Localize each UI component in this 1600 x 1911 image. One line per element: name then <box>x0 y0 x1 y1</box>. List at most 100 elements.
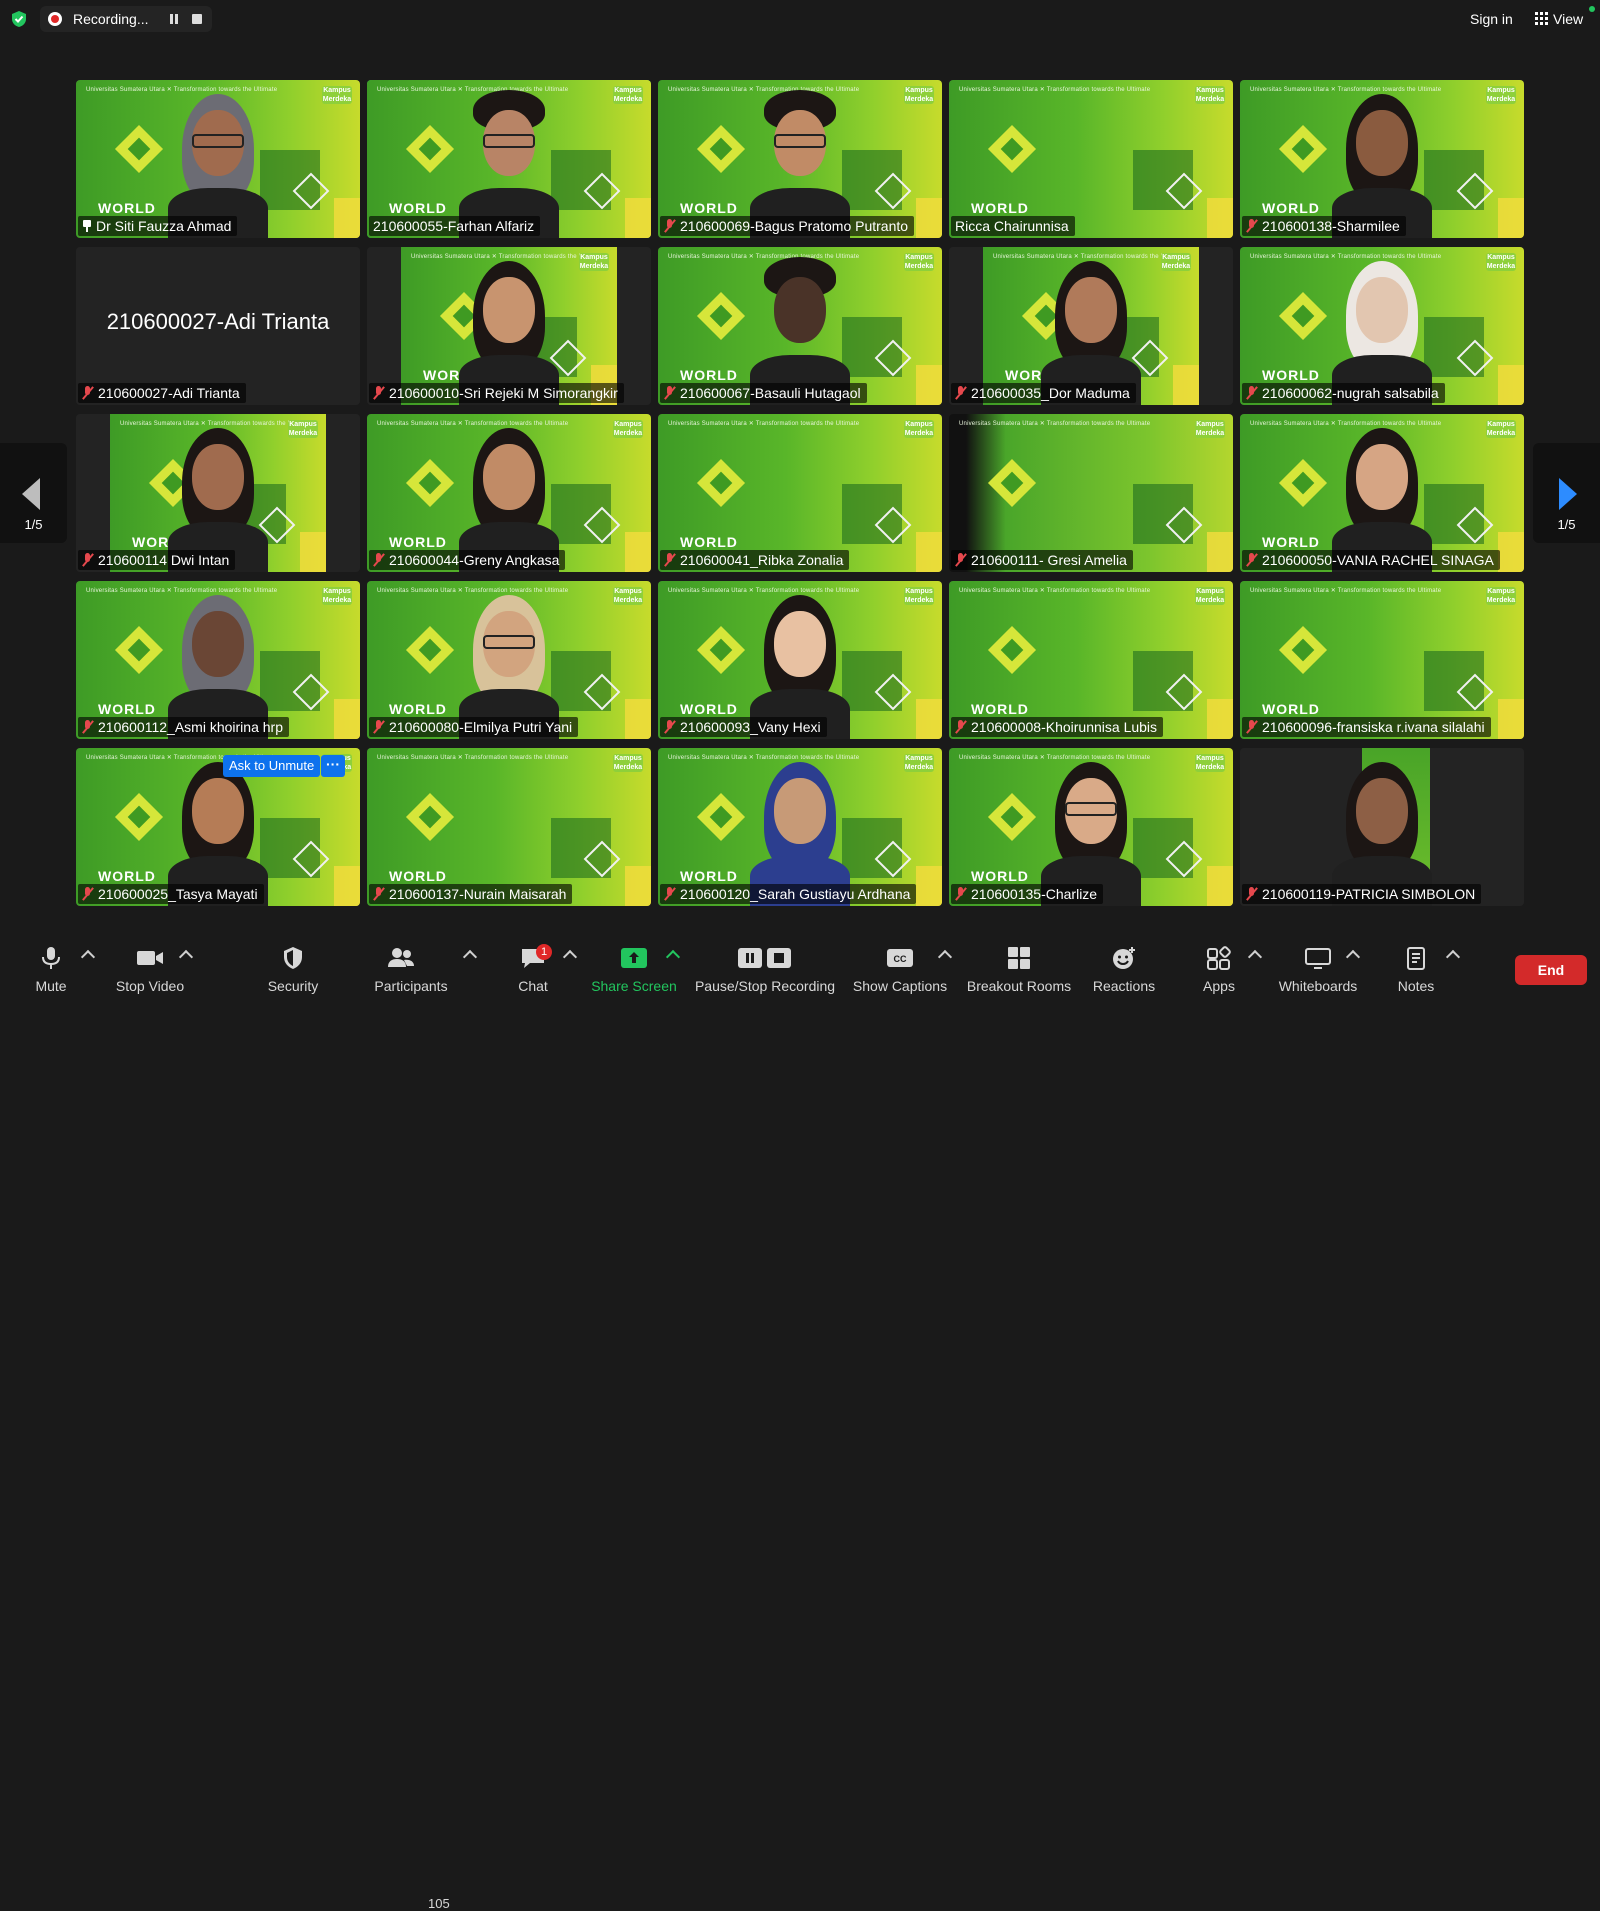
participant-tile[interactable]: Universitas Sumatera Utara ✕ Transformat… <box>1240 80 1524 238</box>
participant-name-tag: 210600080-Elmilya Putri Yani <box>369 717 579 737</box>
participant-tile[interactable]: Universitas Sumatera Utara ✕ Transformat… <box>76 581 360 739</box>
shield-check-icon[interactable] <box>10 10 28 28</box>
face <box>774 611 826 677</box>
participant-name: 210600137-Nurain Maisarah <box>389 886 567 902</box>
apps-button[interactable]: Apps <box>1198 940 1240 1000</box>
participant-tile[interactable]: Universitas Sumatera Utara ✕ Transformat… <box>367 247 651 405</box>
whiteboards-button[interactable]: Whiteboards <box>1274 940 1362 1000</box>
apps-label: Apps <box>1203 978 1235 994</box>
participant-tile[interactable]: Universitas Sumatera Utara ✕ Transformat… <box>949 414 1233 572</box>
background-header-text: Universitas Sumatera Utara ✕ Transformat… <box>959 87 1151 93</box>
kampus-merdeka-logo: Kampus Merdeka <box>904 253 934 271</box>
participants-button[interactable]: Participants <box>368 940 454 1000</box>
mic-muted-icon <box>955 386 967 400</box>
participant-tile[interactable]: Universitas Sumatera Utara ✕ Transformat… <box>1240 414 1524 572</box>
participant-name: 210600111- Gresi Amelia <box>971 552 1127 568</box>
participant-name: 210600025_Tasya Mayati <box>98 886 258 902</box>
participant-tile[interactable]: 210600027-Adi Trianta 210600027-Adi Trian… <box>76 247 360 405</box>
participant-tile[interactable]: Universitas Sumatera Utara ✕ Transformat… <box>367 581 651 739</box>
mic-muted-icon <box>1246 219 1258 233</box>
next-page-button[interactable]: 1/5 <box>1533 443 1600 543</box>
world-class-text: WORLD <box>971 200 1029 216</box>
participant-tile[interactable]: Universitas Sumatera Utara ✕ Transformat… <box>367 414 651 572</box>
show-captions-button[interactable]: CC Show Captions <box>852 940 948 1000</box>
kampus-merdeka-logo: Kampus Merdeka <box>322 86 352 104</box>
participant-name-tag: 210600027-Adi Trianta <box>78 383 246 403</box>
participant-tile[interactable]: Universitas Sumatera Utara ✕ Transformat… <box>658 247 942 405</box>
participant-name: 210600062-nugrah salsabila <box>1262 385 1439 401</box>
record-dot-icon <box>48 12 62 26</box>
mic-muted-icon <box>955 887 967 901</box>
pause-stop-recording-button[interactable]: Pause/Stop Recording <box>694 940 836 1000</box>
chat-options-chevron-icon[interactable] <box>562 949 578 965</box>
virtual-background: Universitas Sumatera Utara ✕ Transformat… <box>1240 581 1524 739</box>
decor-block <box>1498 365 1524 405</box>
mic-muted-icon <box>1246 720 1258 734</box>
notes-options-chevron-icon[interactable] <box>1445 949 1461 965</box>
participant-tile[interactable]: Universitas Sumatera Utara ✕ Transformat… <box>658 748 942 906</box>
breakout-rooms-button[interactable]: Breakout Rooms <box>966 940 1072 1000</box>
participant-tile[interactable]: Universitas Sumatera Utara ✕ Transformat… <box>949 748 1233 906</box>
participant-tile[interactable]: Universitas Sumatera Utara ✕ Transformat… <box>949 247 1233 405</box>
diamond-motif <box>405 792 455 842</box>
diamond-motif <box>987 625 1037 675</box>
participant-name-tag: 210600035_Dor Maduma <box>951 383 1136 403</box>
participant-tile[interactable]: Universitas Sumatera Utara ✕ Transformat… <box>949 581 1233 739</box>
participant-name-tag: 210600119-PATRICIA SIMBOLON <box>1242 884 1482 904</box>
mic-muted-icon <box>82 720 94 734</box>
stop-video-button[interactable]: Stop Video <box>110 940 190 1000</box>
security-label: Security <box>267 978 319 994</box>
participant-name: 210600135-Charlize <box>971 886 1098 902</box>
decor-block <box>625 198 651 238</box>
mute-button[interactable]: Mute <box>20 940 82 1000</box>
mute-options-chevron-icon[interactable] <box>80 949 96 965</box>
stop-icon[interactable] <box>192 14 202 24</box>
more-options-button[interactable]: ··· <box>321 755 345 777</box>
participants-options-chevron-icon[interactable] <box>462 949 478 965</box>
mic-muted-icon <box>373 553 385 567</box>
previous-page-button[interactable]: 1/5 <box>0 443 67 543</box>
reactions-button[interactable]: Reactions <box>1088 940 1160 1000</box>
participant-tile[interactable]: Universitas Sumatera Utara ✕ Transformat… <box>367 748 651 906</box>
participant-tile[interactable]: Universitas Sumatera Utara ✕ Transformat… <box>1240 247 1524 405</box>
end-meeting-button[interactable]: End <box>1515 955 1587 985</box>
participants-count: 105 <box>428 1896 450 1911</box>
face <box>1356 444 1408 510</box>
background-header-text: Universitas Sumatera Utara ✕ Transformat… <box>959 588 1151 594</box>
participant-tile[interactable]: Universitas Sumatera Utara ✕ Transformat… <box>949 80 1233 238</box>
participant-name: 210600055-Farhan Alfariz <box>373 218 535 234</box>
ask-to-unmute-button[interactable]: Ask to Unmute <box>223 755 321 777</box>
kampus-merdeka-logo: Kampus Merdeka <box>613 587 643 605</box>
participant-tile[interactable]: Universitas Sumatera Utara ✕ Transformat… <box>658 581 942 739</box>
notes-button[interactable]: Notes <box>1392 940 1440 1000</box>
apps-options-chevron-icon[interactable] <box>1247 949 1263 965</box>
share-screen-button[interactable]: Share Screen <box>588 940 680 1000</box>
participant-name: 210600138-Sharmilee <box>1262 218 1400 234</box>
face <box>192 444 244 510</box>
participant-tile[interactable]: Universitas Sumatera Utara ✕ Transformat… <box>367 80 651 238</box>
participant-tile[interactable]: Universitas Sumatera Utara ✕ Transformat… <box>658 80 942 238</box>
pause-icon[interactable] <box>168 13 180 25</box>
captions-icon: CC <box>887 949 913 967</box>
participant-tile[interactable]: 210600119-PATRICIA SIMBOLON <box>1240 748 1524 906</box>
meeting-toolbar: Mute Stop Video Security Participants 10… <box>0 940 1600 1911</box>
participant-name-tag: 210600096-fransiska r.ivana silalahi <box>1242 717 1491 737</box>
world-class-text: WORLD <box>1262 701 1320 717</box>
participant-tile[interactable]: Universitas Sumatera Utara ✕ Transformat… <box>76 80 360 238</box>
participant-tile[interactable]: Universitas Sumatera Utara ✕ Transformat… <box>1240 581 1524 739</box>
security-button[interactable]: Security <box>260 940 326 1000</box>
participant-tile[interactable]: Universitas Sumatera Utara ✕ Transformat… <box>658 414 942 572</box>
participant-name-tag: 210600025_Tasya Mayati <box>78 884 264 904</box>
mic-muted-icon <box>664 219 676 233</box>
face <box>1356 110 1408 176</box>
face <box>483 444 535 510</box>
mic-muted-icon <box>373 887 385 901</box>
kampus-merdeka-logo: Kampus Merdeka <box>613 754 643 772</box>
video-gallery: Universitas Sumatera Utara ✕ Transformat… <box>76 80 1526 907</box>
sign-in-button[interactable]: Sign in <box>1470 11 1513 27</box>
decor-block <box>625 532 651 572</box>
participant-tile[interactable]: Universitas Sumatera Utara ✕ Transformat… <box>76 748 360 906</box>
whiteboard-icon <box>1305 948 1331 969</box>
participant-tile[interactable]: Universitas Sumatera Utara ✕ Transformat… <box>76 414 360 572</box>
kampus-merdeka-logo: Kampus Merdeka <box>904 587 934 605</box>
